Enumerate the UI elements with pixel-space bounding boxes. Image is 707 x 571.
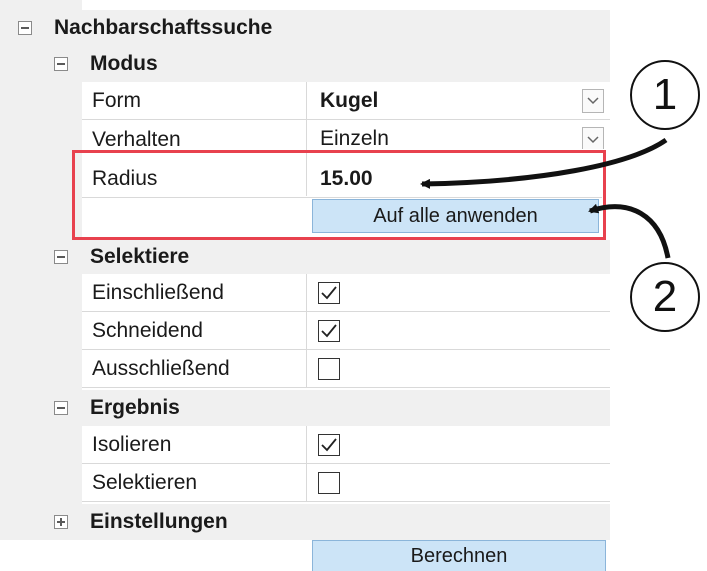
callout-arrows: [420, 137, 671, 259]
arrow-1: [420, 137, 668, 189]
arrow-2: [588, 203, 671, 259]
